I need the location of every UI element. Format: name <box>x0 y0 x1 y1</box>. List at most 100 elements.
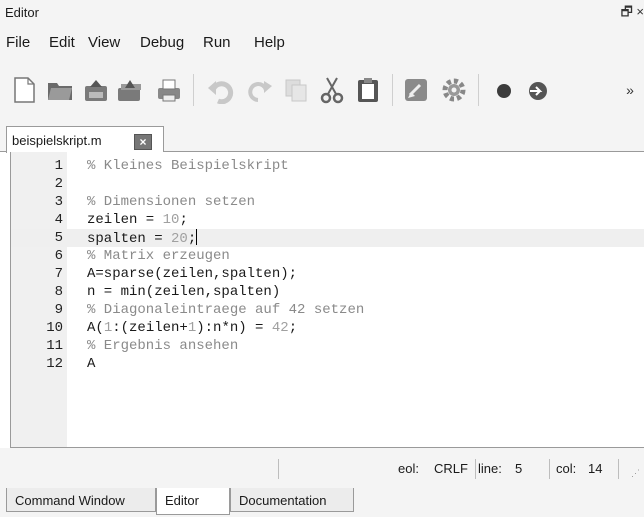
toolbar-overflow-icon[interactable]: » <box>622 76 638 104</box>
menu-run[interactable]: Run <box>203 34 231 51</box>
status-divider <box>475 459 476 479</box>
print-icon[interactable] <box>155 76 183 104</box>
code-text: % Matrix erzeugen <box>87 247 230 265</box>
window-controls[interactable]: 🗗 × <box>621 3 644 25</box>
title-bar: Editor 🗗 × <box>0 0 644 24</box>
breakpoint-icon[interactable] <box>490 76 518 104</box>
save-icon[interactable] <box>82 76 110 104</box>
code-number: 1 <box>103 320 113 336</box>
tab-command-window[interactable]: Command Window <box>6 488 156 512</box>
code-text: % Ergebnis ansehen <box>87 337 238 355</box>
code-line[interactable]: 2 <box>11 175 644 193</box>
line-number: 8 <box>54 284 63 300</box>
code-token: A=sparse(zeilen,spalten); <box>87 266 298 282</box>
paste-icon[interactable] <box>354 76 382 104</box>
menu-file[interactable]: File <box>6 34 30 51</box>
menu-edit[interactable]: Edit <box>49 34 75 51</box>
code-line[interactable]: 4 zeilen = 10; <box>11 211 644 229</box>
open-folder-icon[interactable] <box>46 76 74 104</box>
document-tab[interactable]: beispielskript.m × <box>6 126 164 153</box>
code-line[interactable]: 10 A(1:(zeilen+1):n*n) = 42; <box>11 319 644 337</box>
code-comment: % Dimensionen setzen <box>87 194 256 210</box>
code-number: 20 <box>171 231 188 247</box>
code-comment: % Ergebnis ansehen <box>87 338 239 354</box>
window-title: Editor <box>5 5 39 20</box>
code-text: % Dimensionen setzen <box>87 193 255 211</box>
line-number: 12 <box>46 356 63 372</box>
resize-grip-icon[interactable]: ⋰ <box>631 468 640 479</box>
new-file-icon[interactable] <box>10 76 38 104</box>
code-text: A=sparse(zeilen,spalten); <box>87 265 297 283</box>
code-line[interactable]: 7 A=sparse(zeilen,spalten); <box>11 265 644 283</box>
status-divider <box>549 459 550 479</box>
col-label: col: <box>556 461 577 476</box>
save-all-icon[interactable] <box>116 76 144 104</box>
undo-icon[interactable] <box>206 76 234 104</box>
code-line[interactable]: 6 % Matrix erzeugen <box>11 247 644 265</box>
status-divider <box>278 459 279 479</box>
code-token: :(zeilen+ <box>112 320 188 336</box>
code-comment: % Diagonaleintraege auf 42 setzen <box>87 302 365 318</box>
copy-icon[interactable] <box>282 76 310 104</box>
code-line[interactable]: 8 n = min(zeilen,spalten) <box>11 283 644 301</box>
code-token: A <box>87 356 96 372</box>
toolbar-separator <box>193 74 194 106</box>
code-text: n = min(zeilen,spalten) <box>87 283 280 301</box>
code-token: ; <box>187 231 197 247</box>
document-tab-bar: beispielskript.m × <box>0 118 644 153</box>
code-comment: % Matrix erzeugen <box>87 248 230 264</box>
document-tab-label: beispielskript.m <box>12 133 102 148</box>
code-number: 1 <box>187 320 197 336</box>
line-number: 5 <box>54 230 63 246</box>
code-token: spalten = <box>87 231 172 247</box>
code-line[interactable]: 1 % Kleines Beispielskript <box>11 157 644 175</box>
line-number: 10 <box>46 320 63 336</box>
code-editor[interactable]: 1 % Kleines Beispielskript 2 3 % Dimensionen… <box>10 152 644 448</box>
line-number: 3 <box>54 194 63 210</box>
code-token: ):n*n) = <box>196 320 272 336</box>
settings-icon[interactable] <box>440 76 468 104</box>
step-icon[interactable] <box>524 76 552 104</box>
code-number: 42 <box>271 320 289 336</box>
status-divider <box>618 459 619 479</box>
tab-documentation[interactable]: Documentation <box>230 488 354 512</box>
toolbar-separator <box>478 74 479 106</box>
line-number: 1 <box>54 158 63 174</box>
code-token: ; <box>179 212 188 228</box>
line-label: line: <box>478 461 502 476</box>
line-number: 2 <box>54 176 63 192</box>
line-value: 5 <box>515 461 523 476</box>
close-tab-icon[interactable]: × <box>134 134 152 150</box>
line-number: 6 <box>54 248 63 264</box>
menu-help[interactable]: Help <box>254 34 285 51</box>
menu-bar: File Edit View Debug Run Help <box>0 24 644 60</box>
code-text: % Kleines Beispielskript <box>87 157 289 175</box>
menu-debug[interactable]: Debug <box>140 34 184 51</box>
menu-view[interactable]: View <box>88 34 120 51</box>
code-line[interactable]: 9 % Diagonaleintraege auf 42 setzen <box>11 301 644 319</box>
redo-icon[interactable] <box>246 76 274 104</box>
text-caret <box>196 229 198 245</box>
code-number: 10 <box>162 212 180 228</box>
comment-icon[interactable] <box>402 76 430 104</box>
code-text: A(1:(zeilen+1):n*n) = 42; <box>87 319 297 337</box>
cut-icon[interactable] <box>318 76 346 104</box>
toolbar-separator <box>392 74 393 106</box>
code-text: zeilen = 10; <box>87 211 188 229</box>
code-comment: % Kleines Beispielskript <box>87 158 289 174</box>
code-token: zeilen = <box>87 212 163 228</box>
status-bar: eol: CRLF line: 5 col: 14 ⋰ <box>0 448 644 488</box>
toolbar: » <box>0 60 644 118</box>
tab-editor[interactable]: Editor <box>156 488 230 515</box>
eol-value: CRLF <box>434 461 468 476</box>
code-line[interactable]: 12 A <box>11 355 644 373</box>
line-number: 7 <box>54 266 63 282</box>
code-text: A <box>87 355 95 373</box>
eol-label: eol: <box>398 461 419 476</box>
line-number: 11 <box>46 338 63 354</box>
line-number: 9 <box>54 302 63 318</box>
code-line[interactable]: 5 spalten = 20; <box>11 229 644 247</box>
line-number: 4 <box>54 212 63 228</box>
code-line[interactable]: 3 % Dimensionen setzen <box>11 193 644 211</box>
code-line[interactable]: 11 % Ergebnis ansehen <box>11 337 644 355</box>
